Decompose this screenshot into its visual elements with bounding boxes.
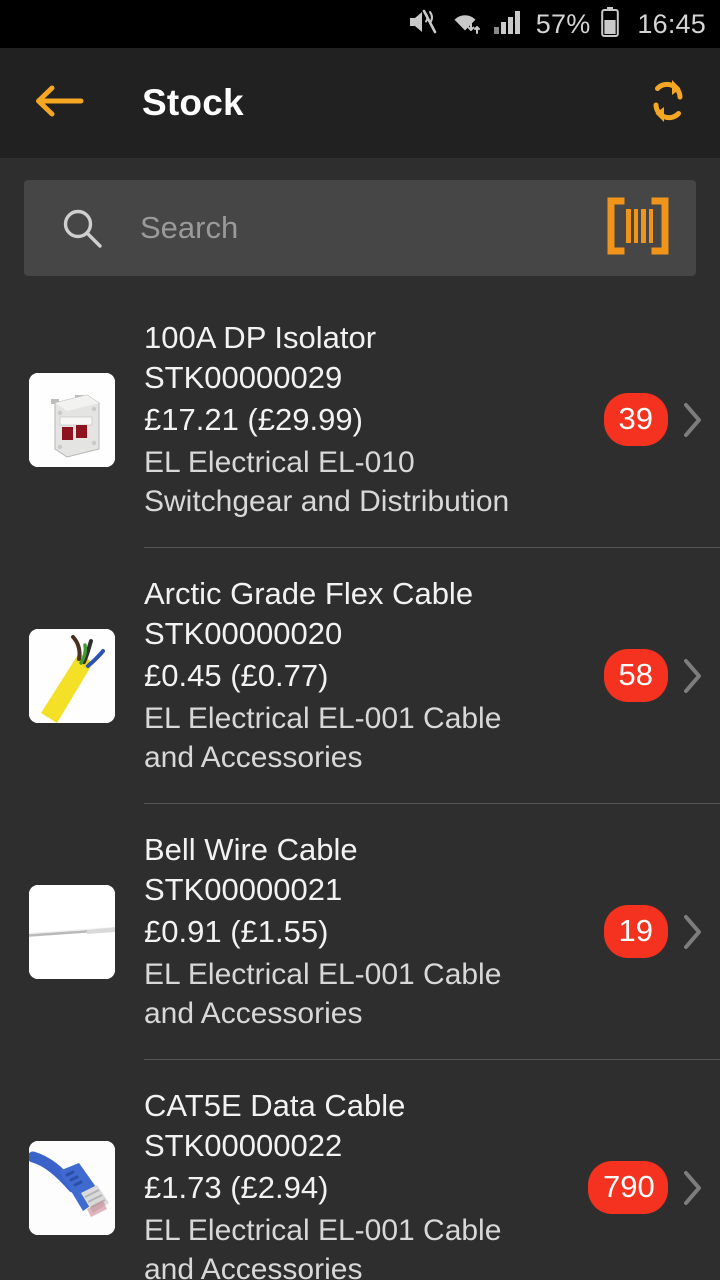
status-badge: 790 — [588, 1161, 668, 1215]
status-badge: 39 — [603, 393, 668, 446]
table-row[interactable]: CAT5E Data Cable STK00000022 £1.73 (£2.9… — [0, 1060, 720, 1280]
battery-icon — [601, 6, 620, 42]
back-button[interactable] — [26, 71, 90, 135]
item-actions: 790 — [588, 1161, 704, 1215]
item-title: Arctic Grade Flex Cable STK00000020 — [144, 576, 474, 651]
item-category: EL Electrical EL-001 Cable and Accessori… — [144, 1214, 502, 1280]
item-price: £0.91 (£1.55) — [144, 914, 329, 950]
thumbnail-cell — [0, 1140, 144, 1235]
search-area — [0, 158, 720, 276]
chevron-right-icon — [682, 657, 704, 695]
arrow-left-icon — [31, 79, 85, 128]
thumbnail-cell — [0, 372, 144, 467]
barcode-scan-icon — [607, 197, 669, 260]
table-row[interactable]: Arctic Grade Flex Cable STK00000020 £0.4… — [0, 548, 720, 803]
page-title: Stock — [142, 82, 244, 123]
chevron-right-icon — [682, 913, 704, 951]
refresh-button[interactable] — [638, 73, 698, 133]
item-price: £0.45 (£0.77) — [144, 658, 329, 694]
yellow-flex-cable-thumbnail — [29, 628, 115, 723]
item-price: £17.21 (£29.99) — [144, 402, 363, 438]
chevron-right-icon — [682, 401, 704, 439]
thumbnail-cell — [0, 628, 144, 723]
status-bar: 57% 16:45 — [0, 0, 720, 48]
item-actions: 39 — [588, 393, 704, 446]
item-title: Bell Wire Cable STK00000021 — [144, 832, 358, 907]
item-details: 100A DP Isolator STK00000029 £17.21 (£29… — [144, 292, 588, 547]
isolator-switch-thumbnail — [29, 372, 115, 467]
chevron-right-icon — [682, 1169, 704, 1207]
search-icon — [60, 206, 104, 250]
status-bar-icons: 57% 16:45 — [407, 6, 706, 42]
item-details: Bell Wire Cable STK00000021 £0.91 (£1.55… — [144, 804, 588, 1059]
item-title: CAT5E Data Cable STK00000022 — [144, 1088, 406, 1163]
search-bar[interactable] — [24, 180, 696, 276]
item-category: EL Electrical EL-001 Cable and Accessori… — [144, 958, 502, 1031]
stock-list[interactable]: 100A DP Isolator STK00000029 £17.21 (£29… — [0, 276, 720, 1280]
cellular-signal-icon — [493, 8, 523, 41]
barcode-scan-button[interactable] — [602, 192, 674, 264]
item-category: EL Electrical EL-001 Cable and Accessori… — [144, 702, 502, 775]
item-category: EL Electrical EL-010 Switchgear and Dist… — [144, 446, 510, 519]
table-row[interactable]: 100A DP Isolator STK00000029 £17.21 (£29… — [0, 292, 720, 547]
item-details: CAT5E Data Cable STK00000022 £1.73 (£2.9… — [144, 1060, 588, 1280]
app-screen: 57% 16:45 Stock Search 100A DP Isolator … — [0, 0, 720, 1280]
thumbnail-cell — [0, 884, 144, 979]
item-details: Arctic Grade Flex Cable STK00000020 £0.4… — [144, 548, 588, 803]
app-toolbar: Stock — [0, 48, 720, 158]
table-row[interactable]: Bell Wire Cable STK00000021 £0.91 (£1.55… — [0, 804, 720, 1059]
status-badge: 58 — [603, 649, 668, 703]
search-input[interactable] — [140, 210, 602, 246]
status-badge: 19 — [603, 905, 668, 959]
item-price: £1.73 (£2.94) — [144, 1170, 329, 1206]
status-bar-clock: 16:45 — [637, 8, 706, 39]
wifi-icon — [448, 8, 482, 41]
volume-mute-icon — [407, 8, 437, 41]
ethernet-cable-thumbnail — [29, 1140, 115, 1235]
bell-wire-thumbnail — [29, 884, 115, 979]
item-actions: 58 — [588, 649, 704, 703]
item-title: 100A DP Isolator STK00000029 — [144, 320, 377, 395]
refresh-icon — [642, 75, 694, 132]
battery-percent-label: 57% — [535, 8, 591, 39]
item-actions: 19 — [588, 905, 704, 959]
